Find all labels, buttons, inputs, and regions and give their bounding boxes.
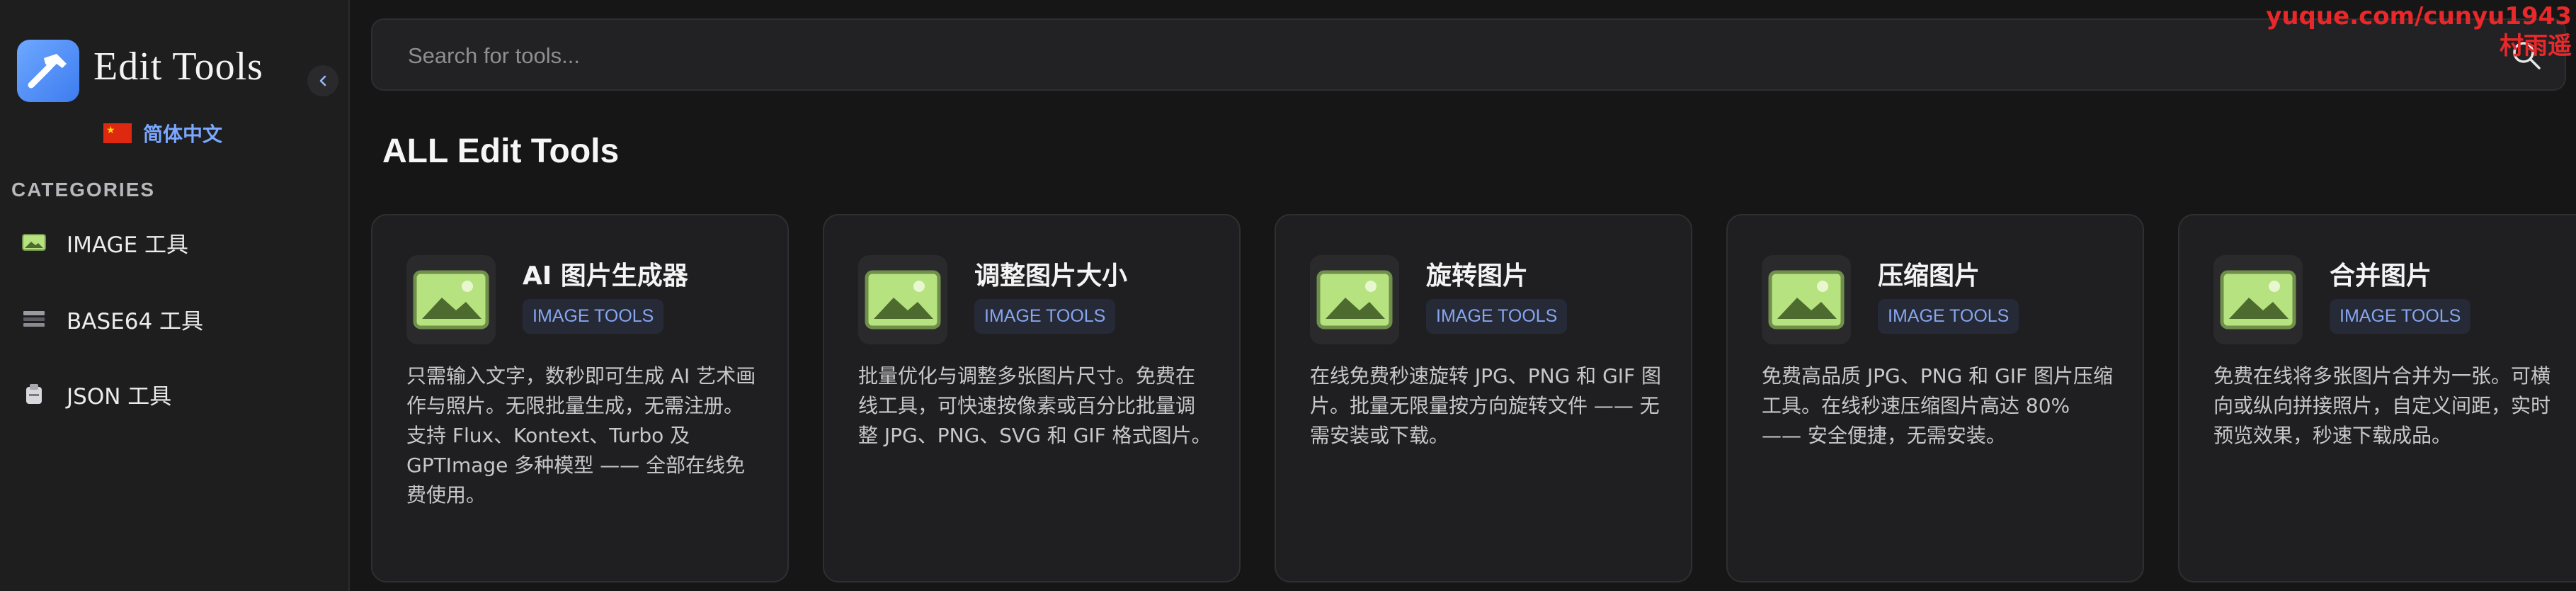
image-icon [2213, 255, 2303, 344]
image-icon [1310, 255, 1399, 344]
language-label: 简体中文 [143, 123, 223, 146]
sidebar-item-label: JSON 工具 [67, 383, 172, 410]
chevron-left-icon [319, 75, 326, 86]
category-badge[interactable]: IMAGE TOOLS [523, 299, 664, 334]
sidebar: Edit Tools ★ 简体中文 CATEGORIES IMAGE 工具 BA… [0, 0, 350, 591]
category-badge[interactable]: IMAGE TOOLS [974, 299, 1116, 334]
hammer-icon [28, 54, 67, 89]
card-title: 调整图片大小 [974, 261, 1128, 291]
card-description: 在线免费秒速旋转 JPG、PNG 和 GIF 图片。批量无限量按方向旋转文件 —… [1310, 364, 1662, 447]
sidebar-item-base64-tools[interactable]: BASE64 工具 [21, 298, 333, 340]
page-title: ALL Edit Tools [382, 133, 620, 170]
sidebar-item-label: IMAGE 工具 [67, 232, 189, 258]
category-badge[interactable]: IMAGE TOOLS [1878, 299, 2019, 334]
china-flag-icon: ★ [103, 123, 132, 143]
card-description: 免费在线将多张图片合并为一张。可横向或纵向拼接照片，自定义间距，实时预览效果，秒… [2213, 364, 2551, 447]
card-description: 批量优化与调整多张图片尺寸。免费在线工具，可快速按像素或百分比批量调整 JPG、… [858, 364, 1212, 447]
tool-card-rotate-image[interactable]: 旋转图片 IMAGE TOOLS 在线免费秒速旋转 JPG、PNG 和 GIF … [1275, 214, 1692, 582]
image-icon [21, 232, 47, 252]
watermark-author: 村雨遥 [2500, 32, 2572, 60]
tool-card-ai-image-generator[interactable]: AI 图片生成器 IMAGE TOOLS 只需输入文字，数秒即可生成 AI 艺术… [371, 214, 789, 582]
image-icon [858, 255, 947, 344]
image-icon [406, 255, 496, 344]
code-icon [21, 309, 47, 329]
card-description: 免费高品质 JPG、PNG 和 GIF 图片压缩工具。在线秒速压缩图片高达 80… [1762, 364, 2114, 447]
brand-title[interactable]: Edit Tools [93, 44, 263, 89]
watermark-url: yuque.com/cunyu1943 [2266, 2, 2572, 30]
category-badge[interactable]: IMAGE TOOLS [2330, 299, 2471, 334]
collapse-sidebar-button[interactable] [307, 65, 338, 96]
card-title: AI 图片生成器 [523, 261, 688, 291]
tool-card-merge-images[interactable]: 合并图片 IMAGE TOOLS 免费在线将多张图片合并为一张。可横向或纵向拼接… [2178, 214, 2576, 582]
card-title: 合并图片 [2330, 261, 2432, 291]
card-description: 只需输入文字，数秒即可生成 AI 艺术画作与照片。无限批量生成，无需注册。支持 … [406, 364, 756, 507]
search-bar[interactable] [371, 18, 2566, 91]
tool-card-compress-image[interactable]: 压缩图片 IMAGE TOOLS 免费高品质 JPG、PNG 和 GIF 图片压… [1726, 214, 2144, 582]
category-badge[interactable]: IMAGE TOOLS [1426, 299, 1568, 334]
card-title: 旋转图片 [1426, 261, 1529, 291]
logo[interactable] [17, 40, 79, 102]
categories-heading: CATEGORIES [11, 179, 156, 201]
tool-card-resize-image[interactable]: 调整图片大小 IMAGE TOOLS 批量优化与调整多张图片尺寸。免费在线工具，… [823, 214, 1241, 582]
search-input[interactable] [406, 43, 2531, 69]
card-title: 压缩图片 [1878, 261, 1981, 291]
sidebar-item-image-tools[interactable]: IMAGE 工具 [21, 221, 333, 264]
sidebar-item-label: BASE64 工具 [67, 308, 204, 334]
image-icon [1762, 255, 1851, 344]
language-switcher[interactable]: ★ 简体中文 [103, 119, 222, 147]
document-icon [21, 384, 47, 404]
watermark: yuque.com/cunyu1943 村雨遥 [2266, 1, 2572, 61]
sidebar-item-json-tools[interactable]: JSON 工具 [21, 373, 333, 415]
